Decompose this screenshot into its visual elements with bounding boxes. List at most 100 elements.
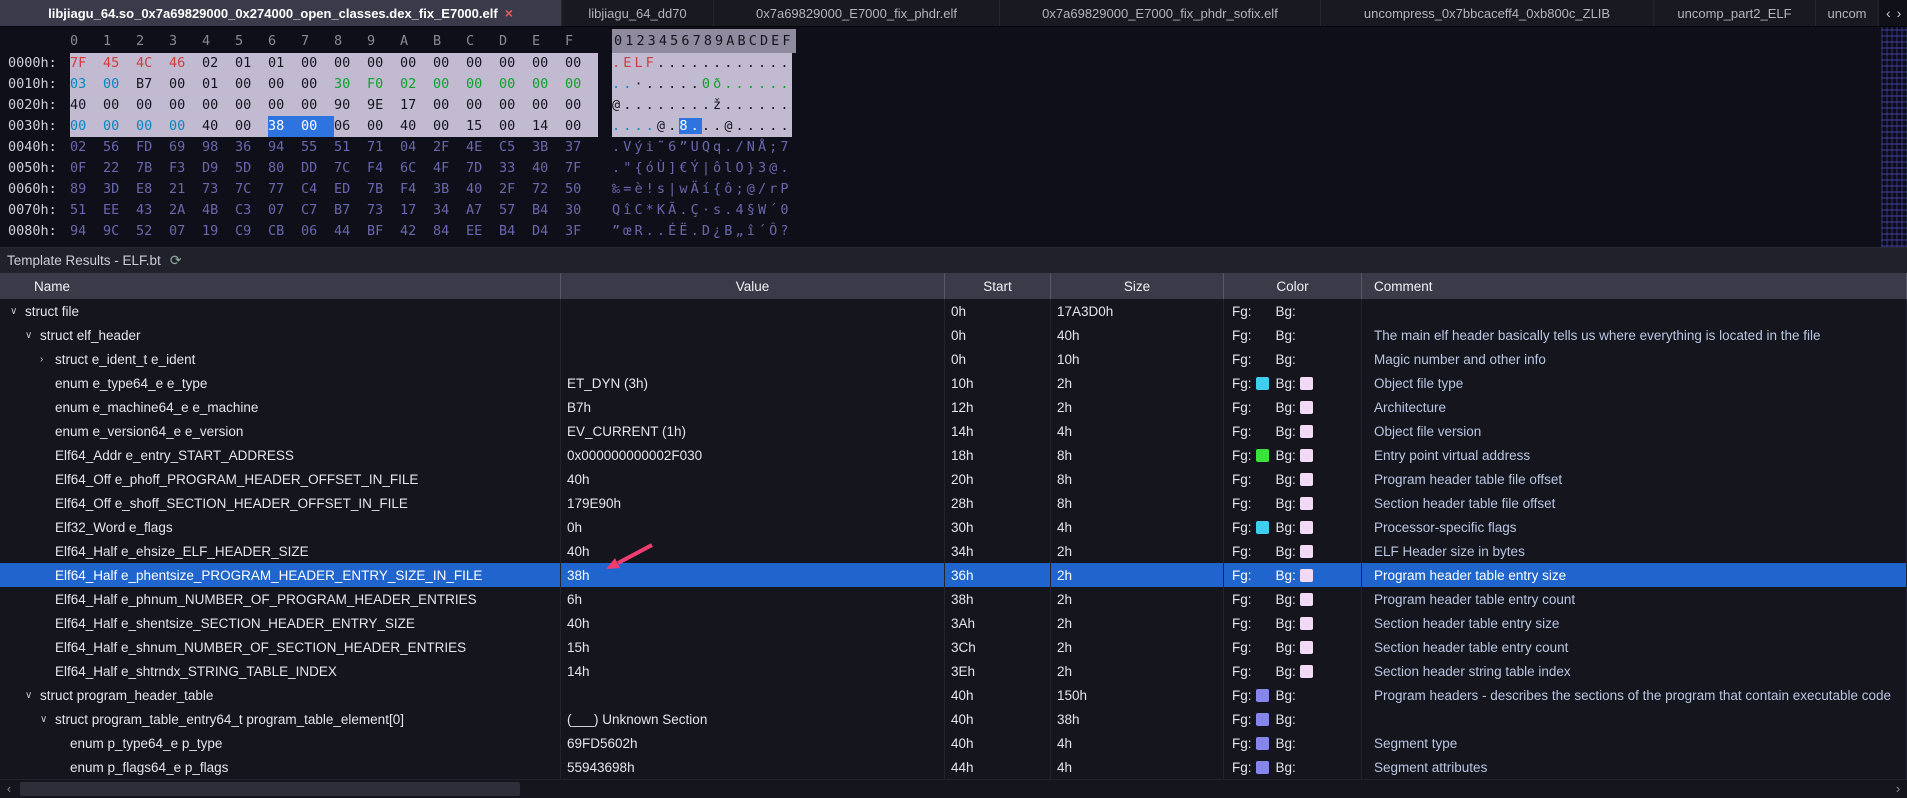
hex-byte[interactable]: 02: [400, 74, 433, 95]
hex-byte[interactable]: 00: [433, 74, 466, 95]
hex-byte[interactable]: 37: [565, 137, 598, 158]
hex-byte[interactable]: 03: [70, 74, 103, 95]
hex-byte[interactable]: 00: [103, 116, 136, 137]
hex-byte[interactable]: 00: [532, 53, 565, 74]
hex-byte[interactable]: 22: [103, 158, 136, 179]
table-row-0[interactable]: ∨struct file0h17A3D0hFg:Bg:: [0, 299, 1907, 323]
hex-byte[interactable]: 21: [169, 179, 202, 200]
hex-byte[interactable]: 80: [268, 158, 301, 179]
tab-scroll-left-icon[interactable]: ‹: [1886, 5, 1891, 21]
hex-bytes[interactable]: 0300B7000100000030F0020000000000: [70, 74, 598, 95]
hex-byte[interactable]: 01: [235, 53, 268, 74]
hex-byte[interactable]: 01: [268, 53, 301, 74]
hex-byte[interactable]: F3: [169, 158, 202, 179]
table-row-19[interactable]: enum p_flags64_e p_flags55943698h44h4hFg…: [0, 755, 1907, 779]
hex-byte[interactable]: F0: [367, 74, 400, 95]
hex-byte[interactable]: 00: [334, 53, 367, 74]
horizontal-scrollbar[interactable]: ‹ ›: [0, 779, 1907, 798]
hex-byte[interactable]: 5D: [235, 158, 268, 179]
hex-editor[interactable]: 0123456789ABCDEF0123456789ABCDEF 0000h:7…: [0, 27, 1907, 247]
hex-byte[interactable]: 56: [103, 137, 136, 158]
hex-byte[interactable]: D9: [202, 158, 235, 179]
scroll-left-button[interactable]: ‹: [0, 780, 18, 798]
hex-byte[interactable]: 00: [532, 74, 565, 95]
hex-byte[interactable]: 94: [70, 221, 103, 242]
hex-byte[interactable]: 00: [532, 95, 565, 116]
hex-byte[interactable]: 00: [268, 95, 301, 116]
hex-byte[interactable]: 4E: [466, 137, 499, 158]
hex-byte[interactable]: 00: [433, 95, 466, 116]
hex-byte[interactable]: 00: [235, 95, 268, 116]
hex-byte[interactable]: 50: [565, 179, 598, 200]
hex-byte[interactable]: 46: [169, 53, 202, 74]
collapse-arrow-icon[interactable]: ∨: [25, 690, 40, 701]
hex-byte[interactable]: 69: [169, 137, 202, 158]
expand-arrow-icon[interactable]: ›: [40, 354, 55, 365]
table-row-3[interactable]: enum e_type64_e e_typeET_DYN (3h)10h2hFg…: [0, 371, 1907, 395]
hex-byte[interactable]: 2F: [433, 137, 466, 158]
hex-byte[interactable]: BF: [367, 221, 400, 242]
hex-bytes[interactable]: 7F454C46020101000000000000000000: [70, 53, 598, 74]
hex-ascii[interactable]: ‰=è!s|wÄí{ô;@/rP: [612, 179, 792, 200]
hex-byte[interactable]: 06: [301, 221, 334, 242]
hex-byte[interactable]: 94: [268, 137, 301, 158]
hex-byte[interactable]: 00: [136, 95, 169, 116]
tab-1[interactable]: libjiagu_64.so_0x7a69829000_0x274000_ope…: [0, 0, 562, 26]
column-header-value[interactable]: Value: [561, 273, 945, 299]
refresh-icon[interactable]: ⟳: [170, 252, 182, 269]
hex-byte[interactable]: 00: [400, 53, 433, 74]
hex-byte[interactable]: 9E: [367, 95, 400, 116]
table-row-9[interactable]: Elf32_Word e_flags0h30h4hFg:Bg:Processor…: [0, 515, 1907, 539]
hex-byte[interactable]: 51: [334, 137, 367, 158]
hex-byte[interactable]: 3D: [103, 179, 136, 200]
column-header-color[interactable]: Color: [1224, 273, 1362, 299]
hex-byte[interactable]: 00: [565, 95, 598, 116]
hex-byte[interactable]: ED: [334, 179, 367, 200]
hex-byte[interactable]: 89: [70, 179, 103, 200]
hex-byte[interactable]: EE: [466, 221, 499, 242]
hex-byte[interactable]: B7: [334, 200, 367, 221]
hex-ascii[interactable]: .ELF............: [612, 53, 792, 74]
hex-byte[interactable]: 34: [433, 200, 466, 221]
hex-byte[interactable]: D4: [532, 221, 565, 242]
hex-ascii[interactable]: ."{óÙ]€Ý|ôlO}3@.: [612, 158, 792, 179]
hex-byte[interactable]: F4: [400, 179, 433, 200]
hex-scrollbar-minimap[interactable]: [1881, 27, 1907, 247]
hex-byte[interactable]: 52: [136, 221, 169, 242]
hex-byte[interactable]: 00: [367, 116, 400, 137]
hex-byte[interactable]: A7: [466, 200, 499, 221]
tab-6[interactable]: uncomp_part2_ELF: [1654, 0, 1816, 26]
hex-byte[interactable]: 7B: [136, 158, 169, 179]
table-row-17[interactable]: ∨struct program_table_entry64_t program_…: [0, 707, 1907, 731]
scroll-right-button[interactable]: ›: [1889, 780, 1907, 798]
scrollbar-thumb[interactable]: [20, 782, 520, 796]
table-row-10[interactable]: Elf64_Half e_ehsize_ELF_HEADER_SIZE40h34…: [0, 539, 1907, 563]
hex-byte[interactable]: DD: [301, 158, 334, 179]
hex-ascii[interactable]: @........ž......: [612, 95, 792, 116]
table-row-4[interactable]: enum e_machine64_e e_machineB7h12h2hFg:B…: [0, 395, 1907, 419]
hex-byte[interactable]: 00: [301, 116, 334, 137]
column-header-size[interactable]: Size: [1051, 273, 1224, 299]
hex-byte[interactable]: 2A: [169, 200, 202, 221]
hex-byte[interactable]: 00: [169, 95, 202, 116]
hex-byte[interactable]: 7F: [565, 158, 598, 179]
hex-byte[interactable]: 36: [235, 137, 268, 158]
hex-byte[interactable]: 17: [400, 200, 433, 221]
hex-byte[interactable]: 40: [466, 179, 499, 200]
hex-byte[interactable]: 02: [202, 53, 235, 74]
tab-3[interactable]: 0x7a69829000_E7000_fix_phdr.elf: [714, 0, 1000, 26]
hex-byte[interactable]: 40: [400, 116, 433, 137]
hex-byte[interactable]: E8: [136, 179, 169, 200]
hex-byte[interactable]: 02: [70, 137, 103, 158]
hex-byte[interactable]: 84: [433, 221, 466, 242]
hex-byte[interactable]: 00: [301, 53, 334, 74]
column-header-start[interactable]: Start: [945, 273, 1051, 299]
hex-byte[interactable]: 4C: [136, 53, 169, 74]
hex-byte[interactable]: 15: [466, 116, 499, 137]
tab-2[interactable]: libjiagu_64_dd70: [562, 0, 714, 26]
hex-bytes[interactable]: 0F227BF3D95D80DD7CF46C4F7D33407F: [70, 158, 598, 179]
hex-byte[interactable]: 00: [136, 116, 169, 137]
hex-byte[interactable]: 06: [334, 116, 367, 137]
table-row-5[interactable]: enum e_version64_e e_versionEV_CURRENT (…: [0, 419, 1907, 443]
table-row-18[interactable]: enum p_type64_e p_type69FD5602h40h4hFg:B…: [0, 731, 1907, 755]
